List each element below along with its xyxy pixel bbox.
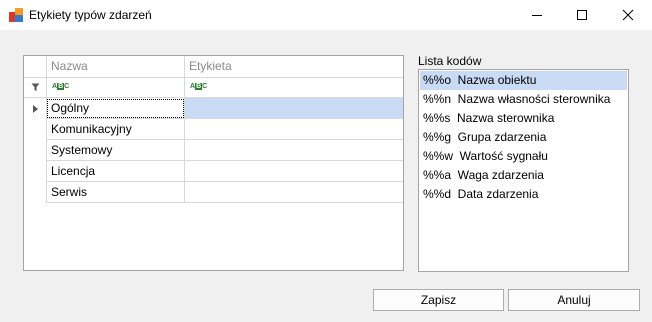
- list-item[interactable]: %%n Nazwa własności sterownika: [420, 90, 627, 109]
- event-types-grid: Nazwa Etykieta ABC ABC Ogólny Komunikacy…: [23, 55, 404, 271]
- filter-cell-nazwa[interactable]: ABC: [46, 77, 185, 97]
- list-item[interactable]: %%a Waga zdarzenia: [420, 166, 627, 185]
- codes-list-label: Lista kodów: [418, 54, 482, 68]
- title-bar: Etykiety typów zdarzeń: [0, 0, 652, 30]
- cell-nazwa[interactable]: Komunikacyjny: [46, 119, 185, 140]
- codes-listbox[interactable]: %%o Nazwa obiektu %%n Nazwa własności st…: [418, 69, 629, 272]
- cancel-button[interactable]: Anuluj: [508, 289, 640, 311]
- minimize-button[interactable]: [514, 0, 560, 30]
- text-filter-icon: ABC: [190, 83, 208, 90]
- list-item[interactable]: %%o Nazwa obiektu: [420, 71, 627, 90]
- save-button[interactable]: Zapisz: [373, 289, 504, 311]
- cell-etykieta[interactable]: [185, 140, 403, 161]
- cell-etykieta[interactable]: [185, 161, 403, 182]
- list-item[interactable]: %%d Data zdarzenia: [420, 185, 627, 204]
- column-header-etykieta[interactable]: Etykieta: [185, 56, 403, 77]
- cell-etykieta[interactable]: [185, 182, 403, 203]
- cell-nazwa[interactable]: Serwis: [46, 182, 185, 203]
- filter-cell-etykieta[interactable]: ABC: [185, 77, 403, 97]
- list-item[interactable]: %%s Nazwa sterownika: [420, 109, 627, 128]
- column-header-nazwa[interactable]: Nazwa: [46, 56, 185, 77]
- window-title: Etykiety typów zdarzeń: [29, 8, 152, 22]
- table-row[interactable]: Licencja: [24, 161, 403, 182]
- cell-nazwa[interactable]: Licencja: [46, 161, 185, 182]
- filter-row: ABC ABC: [24, 77, 403, 98]
- list-item[interactable]: %%g Grupa zdarzenia: [420, 128, 627, 147]
- cell-etykieta[interactable]: [185, 98, 403, 119]
- grid-header: Nazwa Etykieta: [24, 56, 403, 78]
- cell-nazwa[interactable]: Systemowy: [46, 140, 185, 161]
- cell-etykieta[interactable]: [185, 119, 403, 140]
- close-icon: [622, 9, 634, 21]
- close-button[interactable]: [605, 0, 651, 30]
- current-row-arrow-icon: [24, 98, 46, 119]
- maximize-button[interactable]: [559, 0, 605, 30]
- minimize-icon: [532, 15, 542, 16]
- filter-icon[interactable]: [24, 77, 46, 97]
- maximize-icon: [577, 10, 587, 20]
- table-row[interactable]: Serwis: [24, 182, 403, 203]
- table-row[interactable]: Systemowy: [24, 140, 403, 161]
- text-filter-icon: ABC: [52, 83, 70, 90]
- cell-nazwa[interactable]: Ogólny: [46, 98, 185, 119]
- app-icon: [9, 8, 23, 22]
- list-item[interactable]: %%w Wartość sygnału: [420, 147, 627, 166]
- table-row[interactable]: Ogólny: [24, 98, 403, 119]
- table-row[interactable]: Komunikacyjny: [24, 119, 403, 140]
